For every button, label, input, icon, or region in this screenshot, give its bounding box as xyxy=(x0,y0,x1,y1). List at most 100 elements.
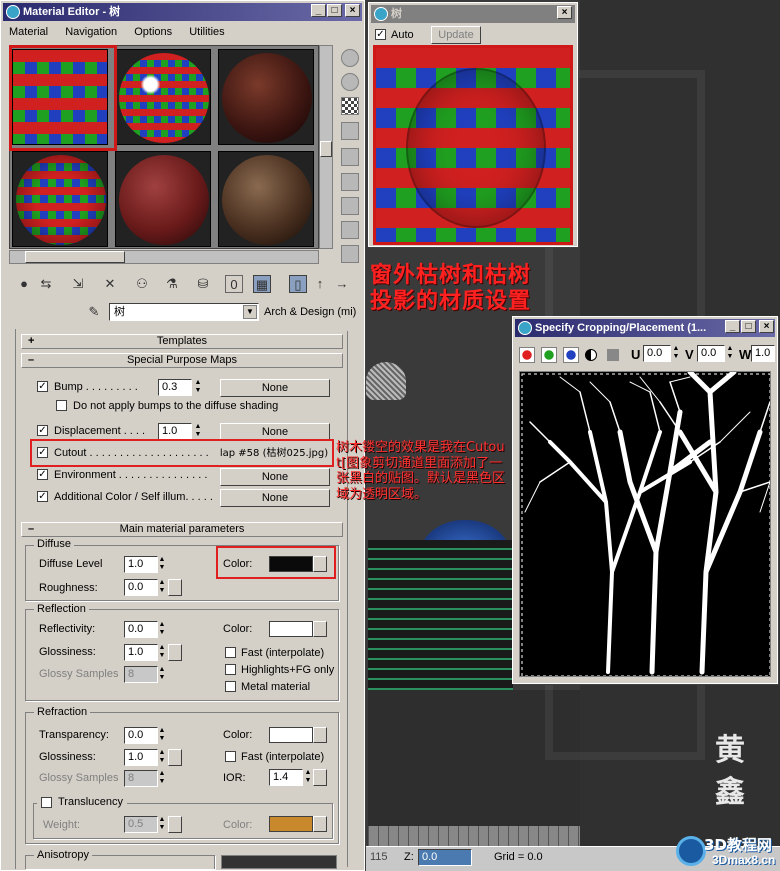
green-channel-icon[interactable] xyxy=(541,347,557,363)
uv-tiling-icon[interactable] xyxy=(341,122,359,140)
menu-options[interactable]: Options xyxy=(134,26,172,38)
ior-value[interactable]: 1.4 xyxy=(269,769,303,786)
rollout-scrollbar[interactable] xyxy=(347,331,353,867)
roughness-spinner[interactable]: ▲ ▼ xyxy=(157,579,167,596)
preview-auto-checkbox[interactable]: ✓ xyxy=(375,29,386,40)
material-name-dropdown-icon[interactable]: ▼ xyxy=(243,305,257,319)
make-unique-icon[interactable]: ⚗ xyxy=(163,275,181,293)
translucency-checkbox[interactable] xyxy=(41,797,52,808)
menu-navigation[interactable]: Navigation xyxy=(65,26,117,38)
refl-fast-checkbox[interactable] xyxy=(225,647,236,658)
bump-value[interactable]: 0.3 xyxy=(158,379,192,396)
refr-color-swatch[interactable] xyxy=(269,727,313,743)
menu-material[interactable]: Material xyxy=(9,26,48,38)
preview-title: 树 xyxy=(391,7,402,20)
bump-spinner[interactable]: ▲ ▼ xyxy=(193,379,203,396)
refl-glossiness-map-button[interactable] xyxy=(168,644,182,661)
bump-diffuse-checkbox[interactable] xyxy=(56,400,67,411)
close-button[interactable]: × xyxy=(345,4,360,17)
refl-glossiness-value[interactable]: 1.0 xyxy=(124,644,158,661)
environment-checkbox[interactable]: ✓ xyxy=(37,469,48,480)
reflectivity-spinner[interactable]: ▲ ▼ xyxy=(157,621,167,638)
sample-slot-5[interactable] xyxy=(115,151,211,247)
backlight-icon[interactable] xyxy=(341,73,359,91)
go-forward-sibling-icon[interactable]: → xyxy=(333,275,351,293)
assign-material-icon[interactable]: ⇲ xyxy=(69,275,87,293)
put-to-library-icon[interactable]: ⛁ xyxy=(194,275,212,293)
displacement-value[interactable]: 1.0 xyxy=(158,423,192,440)
status-z-field[interactable]: 0.0 xyxy=(418,849,472,866)
bump-checkbox[interactable]: ✓ xyxy=(37,381,48,392)
u-spinner[interactable]: ▲ ▼ xyxy=(671,345,681,362)
menu-utilities[interactable]: Utilities xyxy=(189,26,224,38)
material-navigator-icon[interactable] xyxy=(341,245,359,263)
sample-slot-6[interactable] xyxy=(218,151,314,247)
show-end-result-icon[interactable]: ▯ xyxy=(289,275,307,293)
show-map-in-viewport-icon[interactable]: ▦ xyxy=(253,275,271,293)
refr-glossiness-value[interactable]: 1.0 xyxy=(124,749,158,766)
sample-type-icon[interactable] xyxy=(341,49,359,67)
preview-close-button[interactable]: × xyxy=(557,6,572,19)
ior-spinner[interactable]: ▲ ▼ xyxy=(303,769,313,786)
material-name-field[interactable]: 树 xyxy=(109,303,259,321)
refr-glossiness-map-button[interactable] xyxy=(168,749,182,766)
red-channel-icon[interactable] xyxy=(519,347,535,363)
refl-metal-checkbox[interactable] xyxy=(225,681,236,692)
refl-color-swatch[interactable] xyxy=(269,621,313,637)
cropping-maximize-button[interactable]: □ xyxy=(741,320,756,333)
refl-glossiness-spinner[interactable]: ▲ ▼ xyxy=(157,644,167,661)
cropping-close-button[interactable]: × xyxy=(759,320,774,333)
sample-slot-2[interactable] xyxy=(115,49,211,145)
roughness-map-button[interactable] xyxy=(168,579,182,596)
material-effects-channel-icon[interactable]: 0 xyxy=(225,275,243,293)
rollout-special-purpose[interactable]: – Special Purpose Maps xyxy=(21,353,343,368)
sample-slot-4[interactable] xyxy=(12,151,108,247)
options-icon[interactable] xyxy=(341,197,359,215)
refr-fast-checkbox[interactable] xyxy=(225,751,236,762)
maximize-button[interactable]: □ xyxy=(327,4,342,17)
refl-highlights-checkbox[interactable] xyxy=(225,664,236,675)
diffuse-level-value[interactable]: 1.0 xyxy=(124,556,158,573)
transparency-spinner[interactable]: ▲ ▼ xyxy=(157,727,167,744)
ior-map-button[interactable] xyxy=(313,769,327,786)
pick-material-icon[interactable]: ✎ xyxy=(85,303,103,321)
minimize-button[interactable]: _ xyxy=(311,4,326,17)
transparency-value[interactable]: 0.0 xyxy=(124,727,158,744)
roughness-value[interactable]: 0.0 xyxy=(124,579,158,596)
refr-glossiness-spinner[interactable]: ▲ ▼ xyxy=(157,749,167,766)
cropping-minimize-button[interactable]: _ xyxy=(725,320,740,333)
select-by-material-icon[interactable] xyxy=(341,221,359,239)
additional-color-checkbox[interactable]: ✓ xyxy=(37,491,48,502)
go-to-parent-icon[interactable]: ↑ xyxy=(311,275,329,293)
displacement-spinner[interactable]: ▲ ▼ xyxy=(193,423,203,440)
rollout-templates[interactable]: + Templates xyxy=(21,334,343,349)
material-type-button[interactable]: Arch & Design (mi) xyxy=(264,306,356,318)
blue-channel-icon[interactable] xyxy=(563,347,579,363)
u-value[interactable]: 0.0 xyxy=(643,345,671,362)
v-spinner[interactable]: ▲ ▼ xyxy=(725,345,735,362)
w-value[interactable]: 1.0 xyxy=(751,345,775,362)
refr-color-map-button[interactable] xyxy=(313,727,327,743)
rollout-main-params[interactable]: – Main material parameters xyxy=(21,522,343,537)
sample-horizontal-thumb[interactable] xyxy=(25,251,125,263)
refr-glossy-samples-label: Glossy Samples xyxy=(39,772,119,784)
copy-material-icon[interactable]: ⚇ xyxy=(133,275,151,293)
sample-vertical-thumb[interactable] xyxy=(320,141,332,157)
reflectivity-value[interactable]: 0.0 xyxy=(124,621,158,638)
reset-map-icon[interactable]: ✕ xyxy=(101,275,119,293)
put-to-scene-icon[interactable]: ⇆ xyxy=(37,275,55,293)
background-toggle-icon[interactable] xyxy=(607,349,619,361)
diffuse-level-spinner[interactable]: ▲ ▼ xyxy=(157,556,167,573)
additional-color-map-button[interactable]: None xyxy=(220,489,330,507)
refl-color-map-button[interactable] xyxy=(313,621,327,637)
bump-map-button[interactable]: None xyxy=(220,379,330,397)
get-material-icon[interactable]: ● xyxy=(15,275,33,293)
sample-slot-3[interactable] xyxy=(218,49,314,145)
video-check-icon[interactable] xyxy=(341,148,359,166)
environment-map-button[interactable]: None xyxy=(220,468,330,486)
mono-channel-icon[interactable] xyxy=(585,349,597,361)
v-value[interactable]: 0.0 xyxy=(697,345,725,362)
background-icon[interactable] xyxy=(341,97,359,115)
make-preview-icon[interactable] xyxy=(341,173,359,191)
displacement-checkbox[interactable]: ✓ xyxy=(37,425,48,436)
